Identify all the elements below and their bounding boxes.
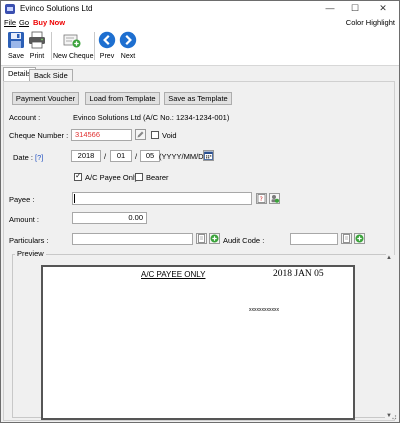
payee-input[interactable] [72,192,252,205]
particulars-lookup-button[interactable] [196,233,207,244]
add-icon [210,234,219,243]
pencil-icon [137,131,144,138]
particulars-input[interactable] [72,233,193,245]
date-label: Date : [13,153,34,162]
arrow-left-icon [98,31,116,49]
payment-voucher-button[interactable]: Payment Voucher [12,92,79,105]
audit-code-label: Audit Code : [223,236,265,245]
prev-button[interactable]: Prev [97,31,117,60]
amount-input[interactable]: 0.00 [72,212,147,224]
app-window: Evinco Solutions Ltd — ☐ ✕ File Go Buy N… [0,0,400,423]
window-title: Evinco Solutions Ltd [20,4,93,13]
date-help-link[interactable]: [?] [35,153,43,162]
date-separator: / [135,152,138,161]
save-template-button[interactable]: Save as Template [164,92,232,105]
cheque-preview: A/C PAYEE ONLY 2018 JAN 05 xxxxxxxxxxxx [41,265,355,420]
ac-payee-only-label: A/C Payee Only [85,173,139,182]
scroll-up-icon[interactable]: ▲ [386,255,392,261]
calendar-icon [204,151,213,160]
preview-date-text: 2018 JAN 05 [273,269,324,279]
preview-scrollbar[interactable]: ▲ ▼ [385,255,395,419]
toolbar-separator [51,32,52,60]
document-question-icon: ? [257,194,266,203]
load-template-button[interactable]: Load from Template [85,92,160,105]
cheque-number-field[interactable]: 314566 [71,129,132,141]
document-icon [198,234,205,243]
preview-ac-payee-text: A/C PAYEE ONLY [141,270,206,279]
menu-buy-now[interactable]: Buy Now [33,18,65,27]
arrow-right-icon [119,31,137,49]
prev-label: Prev [99,53,115,60]
print-label: Print [29,53,45,60]
audit-code-add-button[interactable] [354,233,365,244]
minimize-button[interactable]: — [320,1,340,17]
tab-strip: Details Back Side [1,67,399,82]
add-person-icon [271,195,279,203]
bearer-checkbox[interactable] [135,173,143,181]
color-highlight-toggle[interactable]: Color Highlight [346,18,395,27]
menu-file[interactable]: File [4,18,16,27]
toolbar-separator [94,32,95,60]
amount-label: Amount : [9,215,40,224]
svg-text:?: ? [260,196,263,203]
payee-label: Payee : [9,195,35,204]
new-cheque-label: New Cheque [53,53,94,60]
audit-code-lookup-button[interactable] [341,233,352,244]
edit-cheque-number-button[interactable] [135,129,146,140]
save-label: Save [8,53,24,60]
tab-back-side[interactable]: Back Side [29,69,73,81]
preview-amount-mask: xxxxxxxxxxxx [249,307,279,313]
save-button[interactable]: Save [6,31,26,60]
close-button[interactable]: ✕ [373,1,393,17]
menu-bar: File Go Buy Now Color Highlight [1,17,399,28]
preview-label: Preview [15,249,46,258]
date-separator: / [104,152,107,161]
resize-grip-icon[interactable] [389,412,397,420]
void-checkbox[interactable] [151,131,159,139]
new-cheque-button[interactable]: New Cheque [53,31,94,60]
toolbar: Save Print New Cheque Prev Next [1,28,399,66]
document-icon [343,234,350,243]
date-year-field[interactable]: 2018 [71,150,101,162]
void-label: Void [162,131,177,140]
menu-go[interactable]: Go [19,18,29,27]
print-button[interactable]: Print [27,31,47,60]
bearer-label: Bearer [146,173,169,182]
new-cheque-icon [63,34,81,48]
save-icon [8,32,24,48]
next-button[interactable]: Next [118,31,138,60]
account-label: Account : [9,113,41,122]
title-bar: Evinco Solutions Ltd — ☐ ✕ [1,1,399,17]
ac-payee-only-checkbox[interactable] [74,171,82,181]
printer-icon [29,31,45,49]
maximize-button[interactable]: ☐ [345,1,365,17]
particulars-label: Particulars : [9,236,49,245]
app-icon [5,4,15,14]
next-label: Next [120,53,136,60]
date-day-field[interactable]: 05 [140,150,160,162]
date-month-field[interactable]: 01 [110,150,132,162]
payee-lookup-button[interactable]: ? [256,193,267,204]
audit-code-input[interactable] [290,233,338,245]
particulars-add-button[interactable] [209,233,220,244]
text-cursor [74,194,75,203]
cheque-number-label: Cheque Number : [9,131,69,140]
payee-add-button[interactable] [269,193,280,204]
account-value: Evinco Solutions Ltd (A/C No.: 1234-1234… [73,113,230,122]
add-icon [355,234,364,243]
calendar-button[interactable] [203,150,214,161]
